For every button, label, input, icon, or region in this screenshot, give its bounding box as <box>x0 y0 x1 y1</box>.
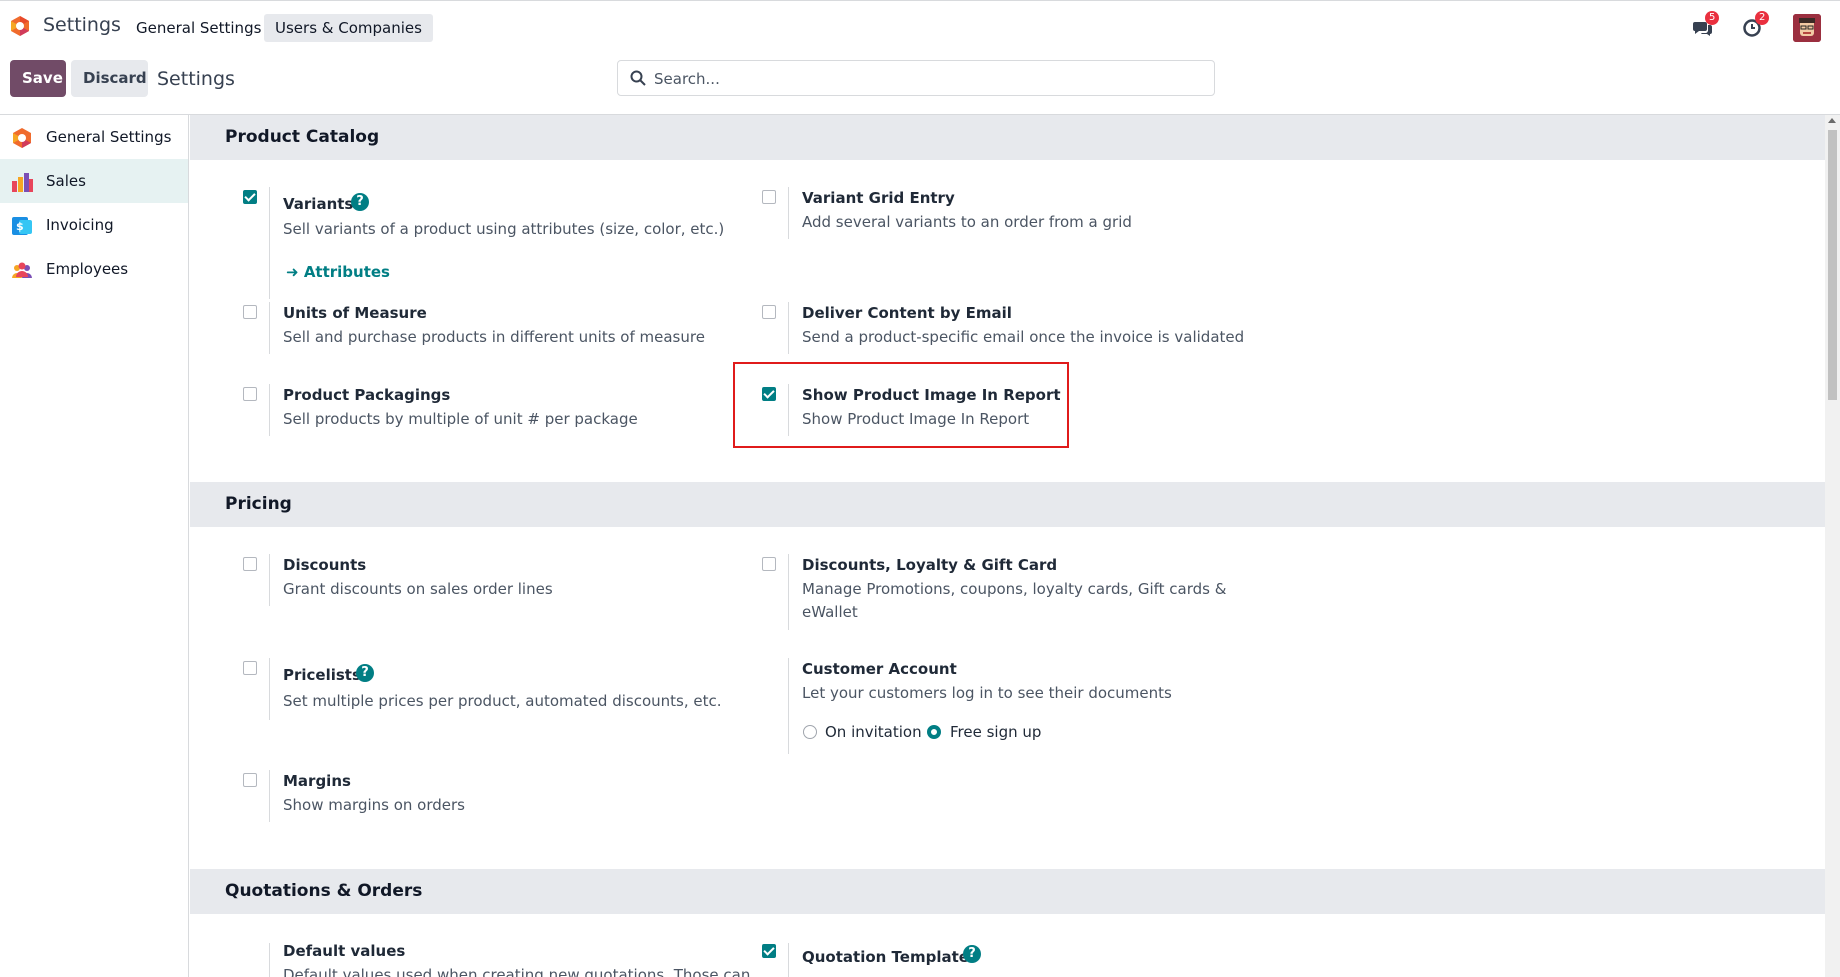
setting-title: Margins <box>283 772 351 790</box>
setting-description: Show margins on orders <box>283 796 465 814</box>
invoicing-icon: $ <box>12 217 32 235</box>
attributes-link[interactable]: ➜ Attributes <box>286 263 390 281</box>
divider <box>269 302 270 354</box>
divider <box>269 943 270 977</box>
sidebar-item-general-settings[interactable]: General Settings <box>0 115 188 159</box>
highlight-box <box>733 362 1069 448</box>
search-box[interactable] <box>617 60 1215 97</box>
setting-title: Product Packagings <box>283 386 451 404</box>
divider <box>788 187 789 239</box>
messages-badge: 5 <box>1705 11 1720 25</box>
variants-checkbox[interactable] <box>243 190 257 204</box>
settings-sidebar: General Settings Sales $ Invoicing Emplo… <box>0 115 189 977</box>
svg-text:$: $ <box>16 220 24 233</box>
divider <box>788 302 789 354</box>
setting-description: Sell variants of a product using attribu… <box>283 220 725 238</box>
divider <box>269 187 270 299</box>
sidebar-item-label: Invoicing <box>46 216 114 234</box>
setting-title: Quotation Templates <box>802 948 978 966</box>
scrollbar[interactable] <box>1825 115 1840 977</box>
divider <box>269 658 270 720</box>
employees-icon <box>12 262 32 278</box>
odoo-logo-icon <box>13 128 31 148</box>
sidebar-item-label: Employees <box>46 260 129 278</box>
sidebar-item-label: Sales <box>46 172 86 190</box>
user-avatar[interactable] <box>1793 14 1821 42</box>
on-invitation-radio[interactable] <box>803 725 817 739</box>
divider <box>788 554 789 630</box>
avatar-face-icon <box>1793 14 1821 42</box>
app-title[interactable]: Settings <box>43 14 121 36</box>
setting-description: Add several variants to an order from a … <box>802 213 1132 231</box>
variant-grid-checkbox[interactable] <box>762 190 776 204</box>
save-button[interactable]: Save <box>10 60 66 97</box>
divider <box>788 943 789 977</box>
arrow-right-icon: ➜ <box>286 263 299 281</box>
scrollbar-thumb[interactable] <box>1828 130 1837 400</box>
sidebar-item-label: General Settings <box>46 128 172 146</box>
divider <box>269 384 270 436</box>
top-navbar: Settings General Settings Users & Compan… <box>0 0 1840 51</box>
section-title: Quotations & Orders <box>225 881 423 901</box>
setting-description: eWallet <box>802 603 858 621</box>
odoo-logo-icon[interactable] <box>9 15 31 37</box>
setting-description: Let your customers log in to see their d… <box>802 684 1172 702</box>
setting-title: Variants <box>283 195 354 213</box>
setting-description: Sell and purchase products in different … <box>283 328 705 346</box>
packagings-checkbox[interactable] <box>243 387 257 401</box>
sales-chart-icon <box>12 173 33 192</box>
sidebar-item-sales[interactable]: Sales <box>0 159 188 203</box>
section-header-quotations: Quotations & Orders <box>190 869 1825 914</box>
search-input[interactable] <box>652 61 1196 97</box>
deliver-email-checkbox[interactable] <box>762 305 776 319</box>
menu-general-settings[interactable]: General Settings <box>125 14 272 42</box>
search-icon <box>630 70 646 86</box>
setting-title: Pricelists <box>283 666 361 684</box>
setting-description: Manage Promotions, coupons, loyalty card… <box>802 580 1227 598</box>
setting-description: Send a product-specific email once the i… <box>802 328 1245 346</box>
activities-badge: 2 <box>1755 11 1770 25</box>
help-icon[interactable]: ? <box>963 945 981 963</box>
setting-title: Deliver Content by Email <box>802 304 1012 322</box>
margins-checkbox[interactable] <box>243 773 257 787</box>
setting-description: Sell products by multiple of unit # per … <box>283 410 638 428</box>
discounts-checkbox[interactable] <box>243 557 257 571</box>
setting-title: Customer Account <box>802 660 957 678</box>
pricelists-checkbox[interactable] <box>243 661 257 675</box>
discard-button[interactable]: Discard <box>71 60 148 97</box>
scroll-up-icon[interactable] <box>1828 118 1836 123</box>
section-header-pricing: Pricing <box>190 482 1825 527</box>
help-icon[interactable]: ? <box>356 664 374 682</box>
messages-button[interactable]: 5 <box>1692 11 1720 39</box>
sidebar-item-invoicing[interactable]: $ Invoicing <box>0 203 188 247</box>
divider <box>788 658 789 754</box>
loyalty-checkbox[interactable] <box>762 557 776 571</box>
setting-title: Default values <box>283 942 406 960</box>
radio-label[interactable]: Free sign up <box>950 723 1041 741</box>
setting-title: Variant Grid Entry <box>802 189 955 207</box>
sidebar-item-employees[interactable]: Employees <box>0 247 188 291</box>
setting-title: Discounts, Loyalty & Gift Card <box>802 556 1058 574</box>
setting-title: Units of Measure <box>283 304 427 322</box>
setting-description: Grant discounts on sales order lines <box>283 580 553 598</box>
section-title: Pricing <box>225 494 292 514</box>
setting-description: Set multiple prices per product, automat… <box>283 692 722 710</box>
activities-button[interactable]: 2 <box>1742 11 1770 39</box>
breadcrumb: Settings <box>157 68 235 90</box>
divider <box>269 770 270 822</box>
radio-label[interactable]: On invitation <box>825 723 922 741</box>
help-icon[interactable]: ? <box>351 193 369 211</box>
free-signup-radio[interactable] <box>927 725 941 739</box>
section-header-product-catalog: Product Catalog <box>190 115 1825 160</box>
section-title: Product Catalog <box>225 127 380 147</box>
menu-users-companies[interactable]: Users & Companies <box>264 14 433 42</box>
quotation-templates-checkbox[interactable] <box>762 944 776 958</box>
divider <box>269 554 270 606</box>
setting-description: Default values used when creating new qu… <box>283 966 751 977</box>
setting-title: Discounts <box>283 556 367 574</box>
attributes-link-label: Attributes <box>303 263 390 281</box>
settings-content: Product Catalog Variants ? Sell variants… <box>190 115 1825 977</box>
uom-checkbox[interactable] <box>243 305 257 319</box>
